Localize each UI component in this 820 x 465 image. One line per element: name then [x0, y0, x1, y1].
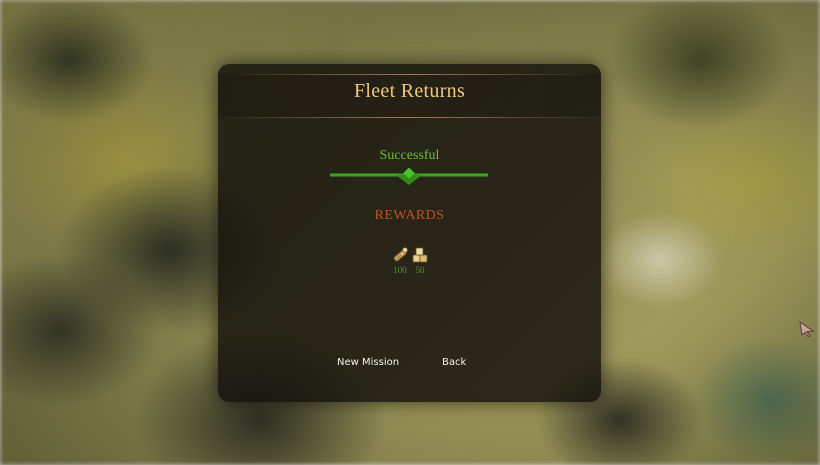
- back-button[interactable]: Back: [442, 357, 466, 373]
- dialog-title: Fleet Returns: [353, 80, 466, 102]
- wood-icon: [393, 247, 408, 262]
- header-bottom-divider: [218, 117, 601, 118]
- rewards-list: 100 50: [389, 246, 431, 276]
- header-top-divider: [218, 74, 601, 75]
- mouse-cursor-icon: [799, 321, 815, 337]
- rewards-heading: REWARDS: [374, 208, 445, 223]
- mission-status: Successful: [379, 148, 440, 163]
- new-mission-button[interactable]: New Mission: [337, 357, 399, 373]
- reward-item: 50: [409, 246, 431, 276]
- status-divider-ornament: [330, 168, 488, 185]
- reward-item: 100: [389, 246, 411, 276]
- gold-icon: [412, 247, 428, 263]
- reward-amount: 50: [415, 265, 425, 275]
- fleet-returns-dialog: Fleet Returns Successful REWARDS 100 50 …: [218, 64, 601, 402]
- reward-amount: 100: [393, 265, 407, 275]
